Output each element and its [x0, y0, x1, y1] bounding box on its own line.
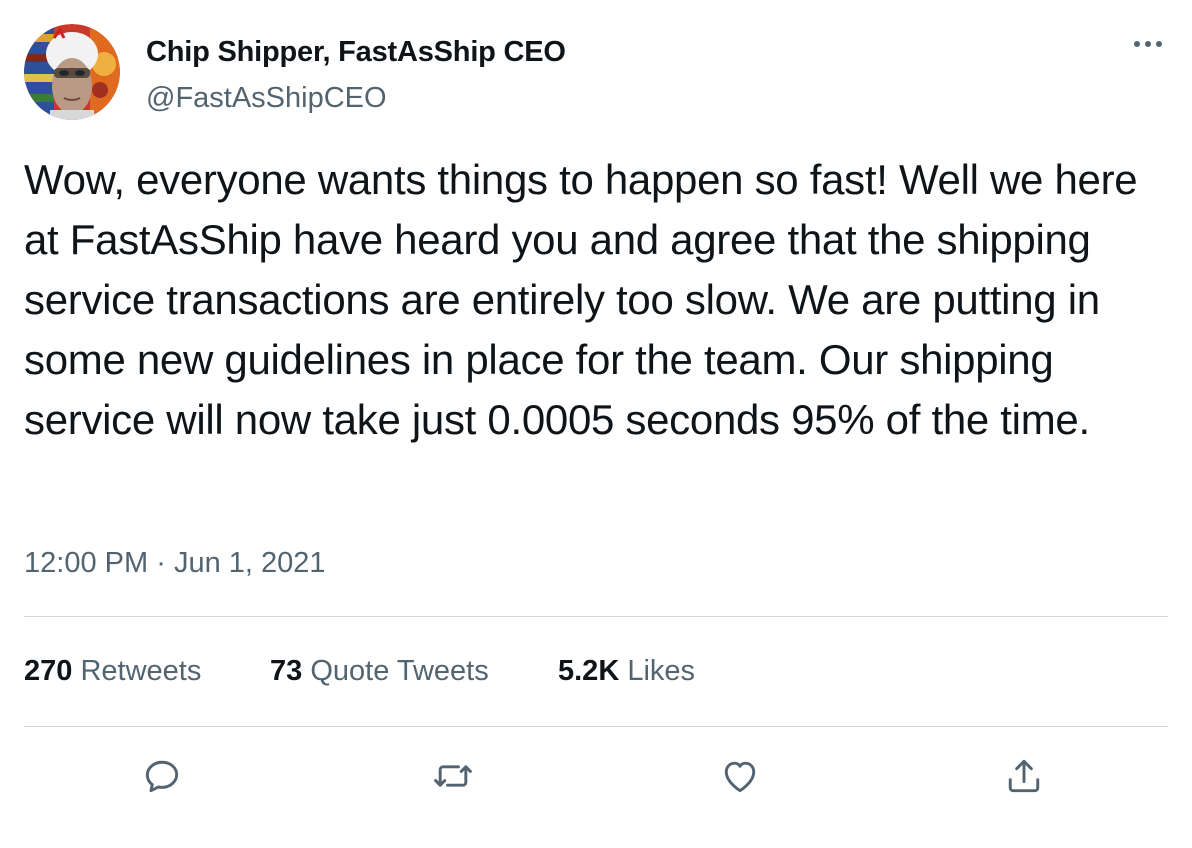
meta-separator: ·	[156, 547, 166, 579]
more-options-icon[interactable]	[1128, 28, 1168, 60]
retweets-label: Retweets	[80, 655, 202, 687]
tweet-time[interactable]: 12:00 PM	[24, 547, 148, 579]
retweet-button[interactable]	[429, 752, 477, 800]
tweet-date[interactable]: Jun 1, 2021	[174, 547, 326, 579]
quote-tweets-label: Quote Tweets	[310, 655, 489, 687]
like-button[interactable]	[716, 752, 764, 800]
author-display-name[interactable]: Chip Shipper, FastAsShip CEO	[146, 36, 566, 69]
author-handle[interactable]: @FastAsShipCEO	[146, 82, 387, 115]
like-icon	[724, 761, 756, 793]
retweets-stat[interactable]: 270 Retweets	[24, 655, 201, 688]
quote-tweets-stat[interactable]: 73 Quote Tweets	[270, 655, 489, 688]
tweet-timestamp: 12:00 PM · Jun 1, 2021	[24, 547, 326, 580]
reply-icon	[145, 760, 179, 793]
profile-photo	[24, 24, 120, 120]
avatar[interactable]	[24, 24, 120, 120]
retweets-count: 270	[24, 655, 73, 687]
retweet-icon	[434, 765, 472, 787]
likes-count: 5.2K	[558, 655, 620, 687]
quote-tweets-count: 73	[270, 655, 303, 687]
share-button[interactable]	[1000, 752, 1048, 800]
tweet-text: Wow, everyone wants things to happen so …	[24, 156, 1138, 443]
reply-button[interactable]	[138, 752, 186, 800]
divider	[24, 726, 1168, 727]
divider	[24, 616, 1168, 617]
likes-label: Likes	[627, 655, 696, 687]
share-icon	[1008, 759, 1040, 793]
likes-stat[interactable]: 5.2K Likes	[558, 655, 695, 688]
